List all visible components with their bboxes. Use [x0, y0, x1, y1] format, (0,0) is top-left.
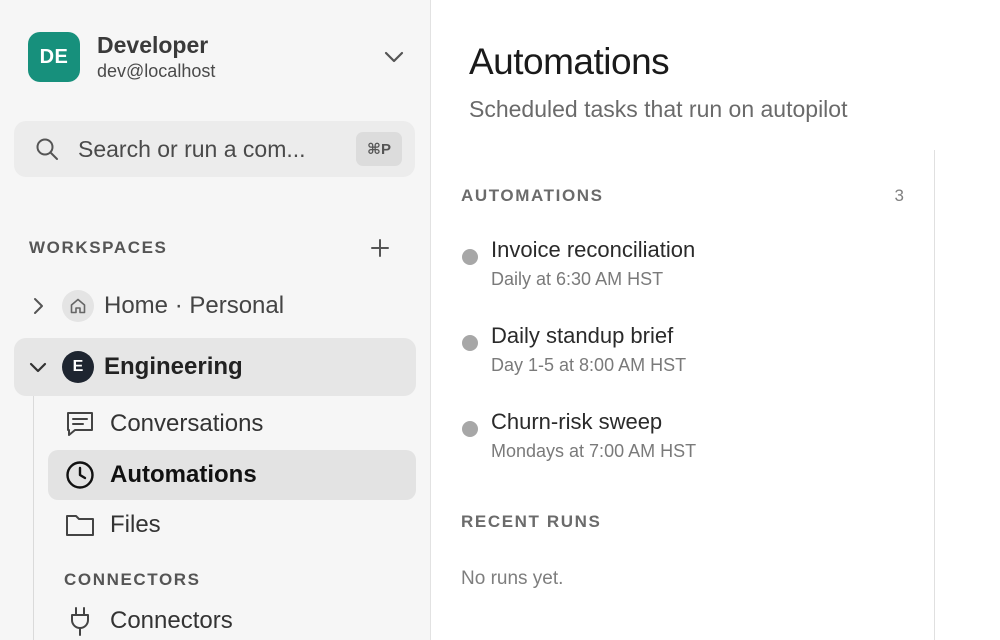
workspace-label: Engineering: [104, 353, 243, 380]
automation-name: Churn-risk sweep: [491, 409, 663, 434]
avatar: DE: [28, 32, 80, 82]
connectors-heading: CONNECTORS: [64, 570, 201, 589]
user-name: Developer: [97, 31, 209, 58]
nav-conversations[interactable]: Conversations: [48, 399, 416, 449]
list-item[interactable]: Churn-risk sweep Mondays at 7:00 AM HST: [462, 409, 902, 469]
status-dot-icon: [462, 249, 478, 265]
shortcut-badge: ⌘P: [356, 132, 402, 166]
chevron-right-icon[interactable]: [14, 297, 62, 315]
home-icon: [62, 290, 94, 322]
plug-icon: [64, 605, 96, 637]
account-switcher[interactable]: DE Developer dev@localhost: [28, 32, 408, 82]
nav-label: Conversations: [110, 410, 264, 437]
clock-icon: [64, 459, 96, 491]
command-search[interactable]: ⌘P: [14, 121, 415, 177]
search-icon: [35, 137, 59, 161]
automations-count: 3: [894, 186, 904, 205]
nav-automations[interactable]: Automations: [48, 450, 416, 500]
nav-label: Automations: [110, 461, 257, 488]
add-workspace-icon[interactable]: [368, 236, 392, 260]
workspace-badge: E: [62, 351, 94, 383]
automations-heading: AUTOMATIONS: [461, 186, 604, 205]
folder-icon: [64, 509, 96, 541]
nav-files[interactable]: Files: [48, 500, 416, 550]
page-title: Automations: [469, 41, 670, 82]
tree-guide-line: [33, 396, 34, 640]
recent-runs-heading: RECENT RUNS: [461, 512, 602, 531]
search-input[interactable]: [78, 135, 333, 163]
sidebar: DE Developer dev@localhost ⌘P WORKSPACES…: [0, 0, 431, 640]
user-email: dev@localhost: [97, 60, 216, 81]
nav-label: Files: [110, 511, 161, 538]
chat-icon: [64, 408, 96, 440]
chevron-down-icon[interactable]: [14, 361, 62, 373]
main-content: Automations Scheduled tasks that run on …: [432, 0, 1000, 640]
status-dot-icon: [462, 421, 478, 437]
workspace-home[interactable]: Home · Personal: [14, 277, 416, 335]
list-item[interactable]: Daily standup brief Day 1-5 at 8:00 AM H…: [462, 323, 902, 383]
automations-panel: AUTOMATIONS 3 Invoice reconciliation Dai…: [432, 150, 935, 640]
list-item[interactable]: Invoice reconciliation Daily at 6:30 AM …: [462, 237, 902, 297]
chevron-down-icon[interactable]: [380, 44, 408, 70]
workspaces-heading: WORKSPACES: [29, 238, 168, 257]
automation-name: Invoice reconciliation: [491, 237, 696, 262]
account-info: Developer dev@localhost: [97, 32, 215, 83]
automation-schedule: Daily at 6:30 AM HST: [491, 269, 664, 289]
automation-schedule: Mondays at 7:00 AM HST: [491, 441, 697, 461]
nav-connectors[interactable]: Connectors: [48, 596, 416, 640]
automation-name: Daily standup brief: [491, 323, 674, 348]
workspace-label: Home · Personal: [104, 292, 285, 319]
nav-label: Connectors: [110, 607, 233, 634]
status-dot-icon: [462, 335, 478, 351]
workspace-engineering[interactable]: E Engineering: [14, 338, 416, 396]
recent-runs-empty-state: No runs yet.: [461, 568, 564, 589]
page-subtitle: Scheduled tasks that run on autopilot: [469, 96, 848, 122]
automation-schedule: Day 1-5 at 8:00 AM HST: [491, 355, 687, 375]
